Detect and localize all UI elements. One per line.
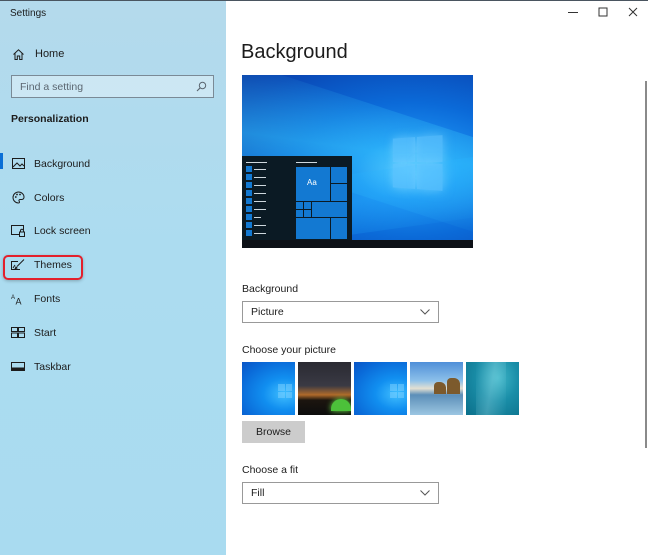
sidebar-item-label: Taskbar bbox=[34, 360, 71, 373]
choose-picture-label: Choose your picture bbox=[242, 344, 336, 356]
svg-text:A: A bbox=[11, 295, 15, 301]
sidebar-item-label: Lock screen bbox=[34, 225, 91, 238]
settings-window: Settings Home Personalization Background bbox=[0, 0, 648, 555]
maximize-icon bbox=[598, 4, 608, 22]
sidebar-item-colors[interactable]: Colors bbox=[0, 181, 226, 215]
minimize-icon bbox=[568, 4, 578, 22]
background-dropdown-value: Picture bbox=[251, 306, 284, 318]
desktop-preview: Aa bbox=[242, 75, 473, 248]
sidebar: Settings Home Personalization Background bbox=[0, 1, 226, 555]
sidebar-item-label: Themes bbox=[34, 259, 72, 272]
close-button[interactable] bbox=[618, 1, 648, 25]
picture-thumbnails bbox=[242, 362, 519, 415]
palette-icon bbox=[11, 191, 25, 205]
sidebar-item-fonts[interactable]: AA Fonts bbox=[0, 282, 226, 316]
sidebar-item-background[interactable]: Background bbox=[0, 147, 226, 181]
start-tiles-icon bbox=[11, 326, 25, 340]
sidebar-item-taskbar[interactable]: Taskbar bbox=[0, 350, 226, 384]
taskbar-preview bbox=[242, 240, 473, 248]
minimize-button[interactable] bbox=[558, 1, 588, 25]
sidebar-nav: Background Colors Lock screen Themes A A… bbox=[0, 147, 226, 384]
picture-icon bbox=[11, 157, 25, 171]
preview-tile-label: Aa bbox=[307, 178, 317, 187]
sidebar-item-start[interactable]: Start bbox=[0, 316, 226, 350]
close-icon bbox=[628, 4, 638, 22]
section-title: Personalization bbox=[11, 113, 89, 125]
windows-logo-icon bbox=[392, 135, 443, 191]
sidebar-item-label: Start bbox=[34, 326, 57, 339]
picture-thumbnail[interactable] bbox=[410, 362, 463, 415]
vertical-scrollbar[interactable] bbox=[645, 81, 647, 448]
maximize-button[interactable] bbox=[588, 1, 618, 25]
browse-button[interactable]: Browse bbox=[242, 421, 305, 443]
search-input[interactable] bbox=[20, 80, 195, 93]
home-label: Home bbox=[35, 48, 65, 60]
sidebar-item-label: Colors bbox=[34, 191, 65, 204]
lock-screen-icon bbox=[11, 224, 25, 238]
app-title: Settings bbox=[10, 8, 47, 19]
sidebar-item-lock-screen[interactable]: Lock screen bbox=[0, 215, 226, 249]
background-dropdown[interactable]: Picture bbox=[242, 301, 439, 323]
chevron-down-icon bbox=[420, 307, 430, 317]
home-icon bbox=[11, 47, 25, 61]
fit-dropdown-value: Fill bbox=[251, 487, 265, 499]
picture-thumbnail[interactable] bbox=[354, 362, 407, 415]
picture-thumbnail[interactable] bbox=[298, 362, 351, 415]
caption-buttons bbox=[558, 1, 648, 25]
svg-text:A: A bbox=[16, 297, 22, 306]
background-label: Background bbox=[242, 283, 299, 295]
search-box[interactable] bbox=[11, 75, 214, 98]
chevron-down-icon bbox=[420, 488, 430, 498]
sidebar-item-label: Background bbox=[34, 157, 91, 170]
sidebar-item-label: Fonts bbox=[34, 293, 61, 306]
themes-brush-icon bbox=[11, 258, 25, 272]
fonts-icon: AA bbox=[11, 292, 25, 306]
taskbar-icon bbox=[11, 360, 25, 374]
picture-thumbnail[interactable] bbox=[242, 362, 295, 415]
choose-fit-label: Choose a fit bbox=[242, 464, 299, 476]
fit-dropdown[interactable]: Fill bbox=[242, 482, 439, 504]
home-link[interactable]: Home bbox=[11, 45, 64, 63]
picture-thumbnail[interactable] bbox=[466, 362, 519, 415]
main-content: Background Aa Background Picture Choose … bbox=[226, 1, 648, 555]
page-title: Background bbox=[241, 41, 348, 63]
start-menu-preview: Aa bbox=[242, 156, 352, 240]
sidebar-item-themes[interactable]: Themes bbox=[0, 248, 226, 282]
search-icon[interactable] bbox=[195, 81, 207, 93]
